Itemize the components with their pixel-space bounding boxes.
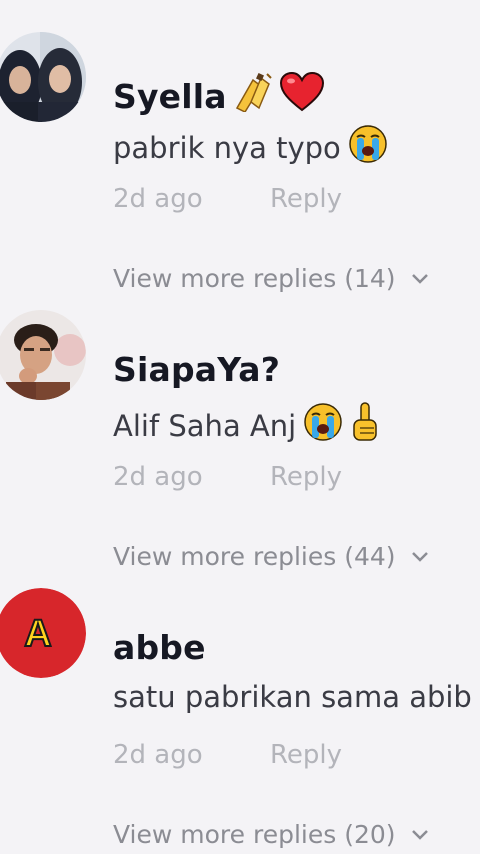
comment-body: pabrik nya typo — [113, 130, 341, 165]
reply-button[interactable]: Reply — [270, 740, 342, 770]
chevron-down-icon — [411, 551, 428, 562]
comment-timestamp: 2d ago — [113, 462, 203, 492]
avatar-letter: A — [24, 613, 51, 655]
comments-list: Syella pabrik nya typo 2d ago Reply View… — [0, 0, 480, 854]
comment-text: satu pabrikan sama abib — [113, 680, 472, 714]
comment-item: SiapaYa? Alif Saha Anj 2d ago Reply View… — [0, 310, 480, 580]
loudly-crying-face-icon — [302, 402, 344, 449]
comment-item: Syella pabrik nya typo 2d ago Reply View… — [0, 32, 480, 302]
comment-timestamp: 2d ago — [113, 184, 203, 214]
username[interactable]: abbe — [113, 628, 206, 667]
username[interactable]: SiapaYa? — [113, 350, 280, 389]
comment-text: Alif Saha Anj — [113, 402, 380, 449]
view-more-replies-button[interactable]: View more replies (44) — [113, 542, 430, 571]
reply-button[interactable]: Reply — [270, 462, 342, 492]
comment-item: A abbe satu pabrikan sama abib 2d ago Re… — [0, 588, 480, 854]
view-more-replies-button[interactable]: View more replies (20) — [113, 820, 430, 849]
avatar[interactable]: A — [0, 588, 86, 678]
red-heart-icon — [279, 71, 325, 120]
comment-body: satu pabrikan sama abib — [113, 680, 472, 714]
comment-timestamp: 2d ago — [113, 740, 203, 770]
username[interactable]: Syella — [113, 71, 325, 120]
avatar[interactable] — [0, 32, 86, 122]
avatar[interactable] — [0, 310, 86, 400]
username-text[interactable]: SiapaYa? — [113, 350, 280, 389]
view-more-replies-label: View more replies (20) — [113, 820, 396, 849]
username-text[interactable]: Syella — [113, 77, 227, 116]
chevron-down-icon — [411, 273, 428, 284]
username-text[interactable]: abbe — [113, 628, 206, 667]
reply-button[interactable]: Reply — [270, 184, 342, 214]
view-more-replies-label: View more replies (14) — [113, 264, 396, 293]
loudly-crying-face-icon — [347, 124, 389, 171]
comment-body: Alif Saha Anj — [113, 408, 297, 443]
view-more-replies-button[interactable]: View more replies (14) — [113, 264, 430, 293]
view-more-replies-label: View more replies (44) — [113, 542, 396, 571]
chevron-down-icon — [411, 829, 428, 840]
champagne-toast-icon — [231, 72, 275, 120]
pointing-up-icon — [350, 402, 380, 449]
comment-text: pabrik nya typo — [113, 124, 389, 171]
